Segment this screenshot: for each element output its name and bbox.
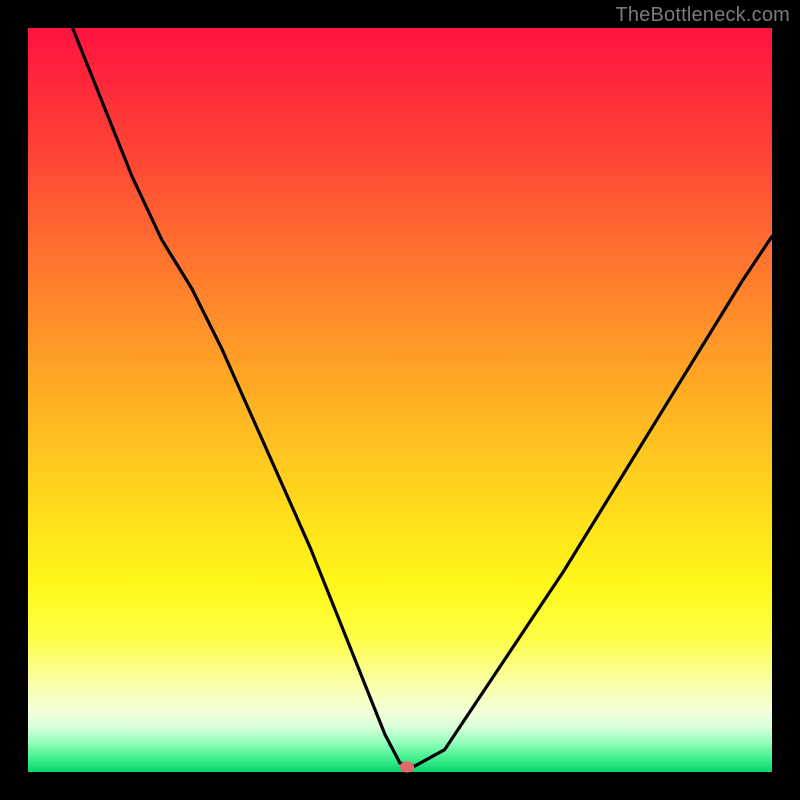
watermark-text: TheBottleneck.com [615,4,790,27]
bottleneck-curve [28,28,772,772]
plot-area [28,28,772,772]
chart-frame: TheBottleneck.com [0,0,800,800]
optimal-point-marker [400,761,414,772]
